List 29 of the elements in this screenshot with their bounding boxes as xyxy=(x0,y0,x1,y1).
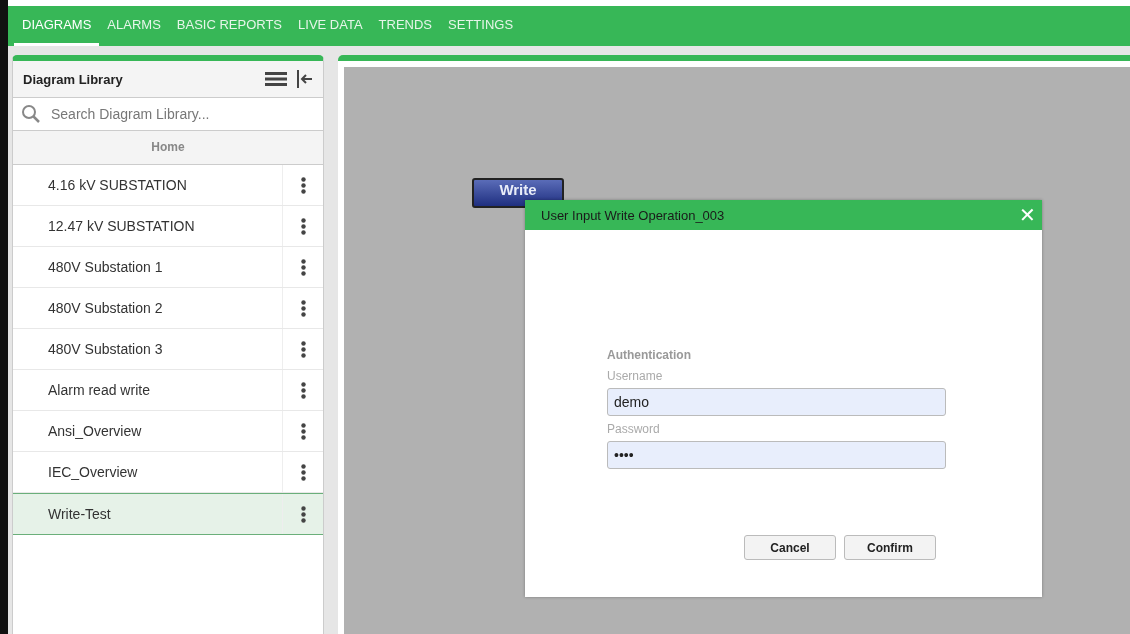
dialog-button[interactable]: Confirm xyxy=(844,535,936,560)
field-label: Username xyxy=(607,369,664,383)
dialog-button[interactable]: Cancel xyxy=(744,535,836,560)
collapse-icon[interactable] xyxy=(297,70,313,88)
more-icon[interactable] xyxy=(300,176,306,194)
diagram-item[interactable]: 4.16 kV SUBSTATION xyxy=(13,165,323,206)
diagram-item[interactable]: 480V Substation 1 xyxy=(13,247,323,288)
input-field[interactable]: •••• xyxy=(607,441,946,469)
diagram-item[interactable]: Ansi_Overview xyxy=(13,411,323,452)
dialog-title: User Input Write Operation_003 xyxy=(541,207,726,223)
more-icon[interactable] xyxy=(300,381,306,399)
search-icon xyxy=(21,104,41,124)
field-label: Password xyxy=(607,422,661,436)
more-icon[interactable] xyxy=(300,422,306,440)
diagram-item[interactable]: Write-Test xyxy=(13,493,323,535)
more-icon[interactable] xyxy=(300,299,306,317)
diagram-item[interactable]: Alarm read write xyxy=(13,370,323,411)
input-field[interactable]: demo xyxy=(607,388,946,416)
more-icon[interactable] xyxy=(300,463,306,481)
more-icon[interactable] xyxy=(300,505,306,523)
diagram-item[interactable]: 12.47 kV SUBSTATION xyxy=(13,206,323,247)
panel-title: Diagram Library xyxy=(23,71,124,87)
more-icon[interactable] xyxy=(300,340,306,358)
more-icon[interactable] xyxy=(300,258,306,276)
section-heading: Authentication xyxy=(607,348,692,362)
diagram-item[interactable]: 480V Substation 2 xyxy=(13,288,323,329)
more-icon[interactable] xyxy=(300,217,306,235)
diagram-item[interactable]: 480V Substation 3 xyxy=(13,329,323,370)
menu-icon[interactable] xyxy=(265,71,287,87)
